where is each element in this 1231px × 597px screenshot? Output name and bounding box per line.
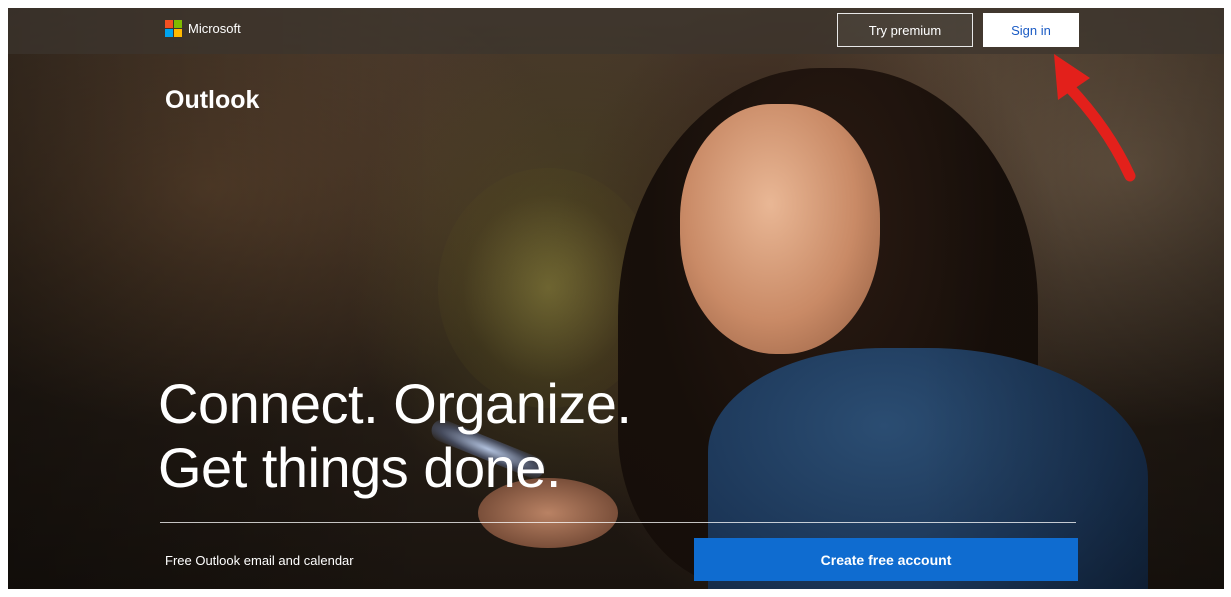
create-free-account-button[interactable]: Create free account bbox=[694, 538, 1078, 581]
microsoft-logo[interactable]: Microsoft bbox=[165, 20, 241, 37]
outlook-landing-page: Microsoft Try premium Sign in Outlook Co… bbox=[8, 8, 1224, 589]
try-premium-button[interactable]: Try premium bbox=[837, 13, 973, 47]
top-navigation-bar: Microsoft Try premium Sign in bbox=[8, 8, 1224, 54]
hero-tagline: Free Outlook email and calendar bbox=[165, 553, 354, 568]
sign-in-button[interactable]: Sign in bbox=[983, 13, 1079, 47]
headline-line-1: Connect. Organize. bbox=[158, 372, 632, 435]
headline-line-2: Get things done. bbox=[158, 436, 561, 499]
hero-headline: Connect. Organize. Get things done. bbox=[158, 372, 632, 500]
product-title: Outlook bbox=[165, 86, 260, 114]
hero-divider bbox=[160, 522, 1076, 523]
microsoft-logo-icon bbox=[165, 20, 182, 37]
microsoft-brand-label: Microsoft bbox=[188, 21, 241, 36]
